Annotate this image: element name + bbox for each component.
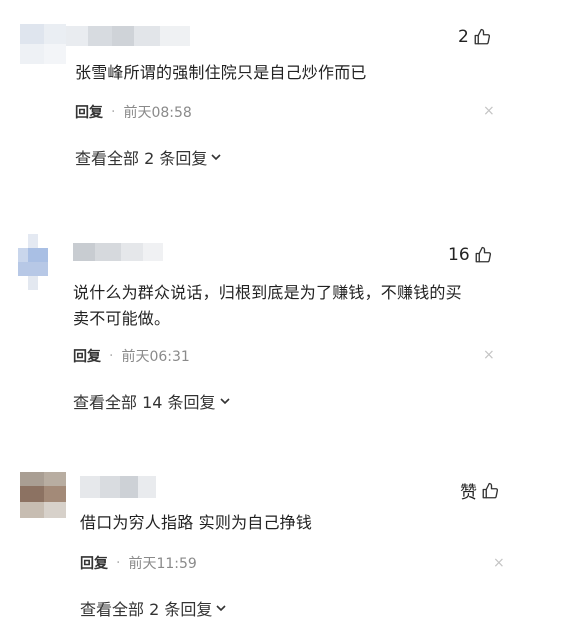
comment-line: 借口为穷人指路 实则为自己挣钱 <box>80 513 313 532</box>
timestamp: 前天11:59 <box>128 556 197 572</box>
thumbs-up-icon <box>482 482 499 498</box>
username-blurred[interactable] <box>80 476 156 498</box>
like-button[interactable]: 赞 <box>460 478 499 503</box>
avatar[interactable] <box>20 472 66 518</box>
close-icon[interactable]: × <box>493 555 505 571</box>
meta-separator: · <box>116 555 121 571</box>
view-all-replies-button[interactable]: 查看全部 2 条回复 <box>80 596 227 620</box>
comment-text: 借口为穷人指路 实则为自己挣钱 <box>80 510 312 536</box>
comment-meta: 回复 · 前天11:59 <box>80 553 197 573</box>
reply-button[interactable]: 回复 <box>80 553 108 573</box>
like-label: 赞 <box>460 483 477 503</box>
view-all-label: 查看全部 2 条回复 <box>80 600 213 619</box>
comment-3: 赞 借口为穷人指路 实则为自己挣钱 回复 · 前天11:59 × 查看全部 2 … <box>0 0 571 644</box>
chevron-down-icon <box>216 605 226 612</box>
